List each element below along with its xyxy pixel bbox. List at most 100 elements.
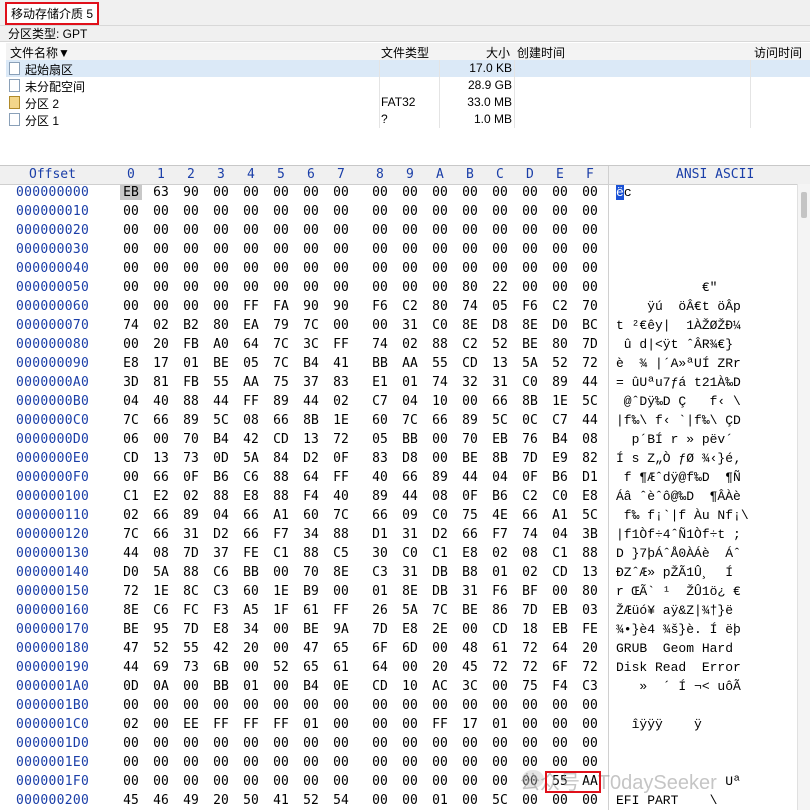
file-list-row[interactable]: 起始扇区 17.0 KB <box>6 60 810 77</box>
hex-byte[interactable]: 00 <box>150 698 172 713</box>
hex-row[interactable]: 0000000B0 04 40 88 44 FF 89 44 02 C7 04 10 00 66 8B 1E 5… <box>0 393 810 412</box>
hex-byte[interactable]: 00 <box>549 261 571 276</box>
hex-byte[interactable]: 89 <box>270 394 292 409</box>
hex-byte[interactable]: 8B <box>519 394 541 409</box>
hex-byte[interactable]: 66 <box>150 527 172 542</box>
hex-byte[interactable]: 00 <box>180 242 202 257</box>
hex-byte[interactable]: BB <box>399 432 421 447</box>
hex-byte[interactable]: 0C <box>519 413 541 428</box>
hex-byte[interactable]: FF <box>240 299 262 314</box>
hex-byte[interactable]: 00 <box>399 261 421 276</box>
hex-byte[interactable]: 66 <box>489 394 511 409</box>
hex-byte[interactable]: 00 <box>270 261 292 276</box>
hex-byte[interactable]: 00 <box>240 223 262 238</box>
ascii-text[interactable]: EFI PART \ <box>616 793 717 808</box>
hex-byte[interactable]: 08 <box>240 413 262 428</box>
hex-byte[interactable]: 00 <box>399 204 421 219</box>
column-name[interactable]: 文件名称▼ <box>10 44 70 61</box>
hex-row[interactable]: 0000001B0 00 00 00 00 00 00 00 00 00 00 00 00 00 00 00 0… <box>0 697 810 716</box>
ascii-text[interactable]: t ²€êy| 1ÀŽØŽÐ¼ <box>616 318 741 333</box>
hex-byte[interactable]: 00 <box>369 204 391 219</box>
hex-byte[interactable]: 00 <box>210 185 232 200</box>
hex-byte[interactable]: FF <box>429 717 451 732</box>
hex-byte[interactable]: D2 <box>210 527 232 542</box>
hex-byte[interactable]: 42 <box>210 641 232 656</box>
hex-byte[interactable]: 89 <box>180 508 202 523</box>
hex-byte[interactable]: F4 <box>549 679 571 694</box>
hex-byte[interactable]: 00 <box>399 793 421 808</box>
hex-byte[interactable]: E8 <box>120 356 142 371</box>
hex-byte[interactable]: 05 <box>240 356 262 371</box>
hex-byte[interactable]: 00 <box>240 261 262 276</box>
hex-row[interactable]: 000000110 02 66 89 04 66 A1 60 7C 66 09 C0 75 4E 66 A1 5… <box>0 507 810 526</box>
hex-byte[interactable]: 89 <box>429 470 451 485</box>
hex-byte[interactable]: 74 <box>369 337 391 352</box>
hex-byte[interactable]: 00 <box>330 698 352 713</box>
hex-byte[interactable]: B6 <box>549 470 571 485</box>
hex-byte[interactable]: C0 <box>549 489 571 504</box>
hex-byte[interactable]: 88 <box>300 546 322 561</box>
hex-byte[interactable]: 00 <box>399 717 421 732</box>
hex-byte[interactable]: A1 <box>549 508 571 523</box>
hex-byte[interactable]: 00 <box>579 280 601 295</box>
hex-byte[interactable]: 00 <box>369 223 391 238</box>
hex-byte[interactable]: 72 <box>579 356 601 371</box>
hex-byte[interactable]: 66 <box>150 470 172 485</box>
hex-byte[interactable]: 00 <box>300 755 322 770</box>
hex-byte[interactable]: 89 <box>180 413 202 428</box>
hex-byte[interactable]: 79 <box>270 318 292 333</box>
hex-byte[interactable]: 00 <box>240 755 262 770</box>
hex-byte[interactable]: 00 <box>549 223 571 238</box>
hex-byte[interactable]: 60 <box>369 413 391 428</box>
hex-byte[interactable]: 02 <box>399 337 421 352</box>
hex-byte[interactable]: 52 <box>270 660 292 675</box>
hex-byte[interactable]: 09 <box>399 508 421 523</box>
hex-byte[interactable]: 44 <box>459 470 481 485</box>
hex-byte[interactable]: 02 <box>120 717 142 732</box>
hex-byte[interactable]: 00 <box>519 793 541 808</box>
ascii-text[interactable]: |f1Òf÷4ˆÑ1Òf÷t ; <box>616 527 741 542</box>
hex-byte[interactable]: 3B <box>579 527 601 542</box>
hex-byte[interactable]: 00 <box>120 223 142 238</box>
hex-byte[interactable]: 00 <box>300 242 322 257</box>
hex-byte[interactable]: 00 <box>180 280 202 295</box>
hex-byte[interactable]: 08 <box>150 546 172 561</box>
hex-byte[interactable]: 00 <box>120 736 142 751</box>
hex-byte[interactable]: EB <box>120 185 142 200</box>
hex-byte[interactable]: 02 <box>330 394 352 409</box>
hex-byte[interactable]: 00 <box>270 565 292 580</box>
hex-byte[interactable]: 0A <box>150 679 172 694</box>
hex-row[interactable]: 000000040 00 00 00 00 00 00 00 00 00 00 00 00 00 00 00 0… <box>0 260 810 279</box>
ascii-text[interactable]: û d|<ÿt ˆÂR¾€} <box>616 337 733 352</box>
hex-byte[interactable]: 74 <box>519 527 541 542</box>
hex-byte[interactable]: 02 <box>150 318 172 333</box>
hex-byte[interactable]: 0F <box>330 451 352 466</box>
hex-byte[interactable]: BB <box>210 679 232 694</box>
hex-byte[interactable]: B4 <box>300 679 322 694</box>
hex-byte[interactable]: 00 <box>330 223 352 238</box>
hex-byte[interactable]: D1 <box>369 527 391 542</box>
hex-byte[interactable]: 70 <box>300 565 322 580</box>
hex-byte[interactable]: 00 <box>270 774 292 789</box>
hex-row[interactable]: 0000001C0 02 00 EE FF FF FF 01 00 00 00 FF 17 01 00 00 0… <box>0 716 810 735</box>
hex-byte[interactable]: BB <box>369 356 391 371</box>
hex-byte[interactable]: D2 <box>429 527 451 542</box>
hex-byte[interactable]: 2E <box>429 622 451 637</box>
hex-byte[interactable]: 7C <box>330 508 352 523</box>
hex-byte[interactable]: 88 <box>330 527 352 542</box>
hex-byte[interactable]: 44 <box>120 546 142 561</box>
hex-byte[interactable]: 88 <box>270 489 292 504</box>
hex-byte[interactable]: 18 <box>519 622 541 637</box>
hex-byte[interactable]: FF <box>240 717 262 732</box>
hex-byte[interactable]: BF <box>519 584 541 599</box>
hex-byte[interactable]: 00 <box>579 736 601 751</box>
hex-byte[interactable]: 00 <box>330 774 352 789</box>
hex-byte[interactable]: 31 <box>399 565 421 580</box>
hex-byte[interactable]: 00 <box>459 793 481 808</box>
hex-byte[interactable]: 13 <box>489 356 511 371</box>
hex-byte[interactable]: 00 <box>489 698 511 713</box>
hex-byte[interactable]: C0 <box>399 546 421 561</box>
file-list-row[interactable]: 分区 2 FAT32 33.0 MB <box>6 94 810 111</box>
ascii-text[interactable]: Áâ ˆèˆô@‰D ¶ÂÀè <box>616 489 741 504</box>
hex-byte[interactable]: 60 <box>300 508 322 523</box>
